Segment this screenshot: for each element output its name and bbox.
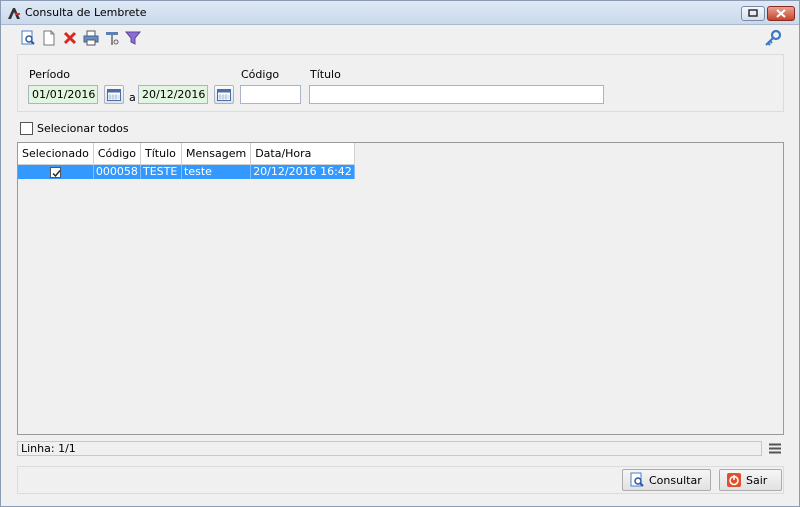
key-button[interactable] <box>764 29 782 47</box>
checkmark-icon <box>52 169 61 177</box>
status-bar: Linha: 1/1 <box>17 441 762 456</box>
codigo-field[interactable] <box>240 85 301 104</box>
titulo-field[interactable] <box>309 85 604 104</box>
row-selected-cell[interactable] <box>18 164 94 179</box>
results-grid: Selecionado Código Título Mensagem Data/… <box>17 142 784 435</box>
title-bar: Consulta de Lembrete <box>1 1 799 25</box>
consultar-label: Consultar <box>649 473 702 487</box>
close-icon <box>776 9 786 18</box>
power-icon <box>727 473 741 487</box>
hamburger-menu-icon <box>769 443 781 454</box>
print-icon <box>83 30 99 46</box>
new-document-icon <box>43 30 55 46</box>
row-codigo-cell: 000058 <box>93 164 142 179</box>
delete-icon <box>63 31 77 45</box>
titulo-label: Título <box>310 68 341 81</box>
calendar-icon <box>107 88 121 101</box>
delete-button[interactable] <box>61 29 79 47</box>
action-panel: Consultar Sair <box>17 466 784 494</box>
column-header-titulo[interactable]: Título <box>140 143 183 165</box>
date-from-field[interactable]: 01/01/2016 <box>28 85 98 104</box>
select-all-label: Selecionar todos <box>37 122 129 135</box>
column-header-codigo[interactable]: Código <box>93 143 142 165</box>
codigo-label: Código <box>241 68 280 81</box>
close-button[interactable] <box>767 6 795 21</box>
date-from-calendar-button[interactable] <box>104 85 124 104</box>
main-window: Consulta de Lembrete Período 01/01/2016 … <box>0 0 800 507</box>
search-document-icon <box>21 30 35 45</box>
column-header-selecionado[interactable]: Selecionado <box>18 143 94 165</box>
row-titulo-cell: TESTE <box>140 164 183 179</box>
window-title: Consulta de Lembrete <box>25 6 147 19</box>
search-document-icon <box>630 472 644 487</box>
date-to-field[interactable]: 20/12/2016 <box>138 85 208 104</box>
results-table: Selecionado Código Título Mensagem Data/… <box>18 143 355 179</box>
print-button[interactable] <box>82 29 100 47</box>
new-document-button[interactable] <box>40 29 58 47</box>
filter-icon <box>125 31 141 45</box>
date-separator: a <box>129 91 136 104</box>
periodo-label: Período <box>29 68 71 81</box>
sair-label: Sair <box>746 473 768 487</box>
app-icon <box>6 5 22 21</box>
column-header-mensagem[interactable]: Mensagem <box>181 143 252 165</box>
tools-icon <box>106 32 119 45</box>
grid-menu-button[interactable] <box>768 442 782 455</box>
tools-button[interactable] <box>103 29 121 47</box>
row-checkbox[interactable] <box>49 166 61 178</box>
select-all-checkbox[interactable] <box>20 122 33 135</box>
row-mensagem-cell: teste <box>181 164 252 179</box>
filter-button[interactable] <box>124 29 142 47</box>
date-to-calendar-button[interactable] <box>214 85 234 104</box>
key-icon <box>765 29 782 46</box>
table-row[interactable]: 000058 TESTE teste 20/12/2016 16:42 <box>18 164 355 179</box>
sair-button[interactable]: Sair <box>719 469 782 491</box>
restore-button[interactable] <box>741 6 765 21</box>
column-header-data-hora[interactable]: Data/Hora <box>250 143 355 165</box>
calendar-icon <box>217 88 231 101</box>
toolbar <box>19 29 142 47</box>
row-data-hora-cell: 20/12/2016 16:42 <box>250 164 355 179</box>
search-document-button[interactable] <box>19 29 37 47</box>
consultar-button[interactable]: Consultar <box>622 469 711 491</box>
filter-panel: Período 01/01/2016 a 20/12/2016 Código T… <box>17 54 784 112</box>
restore-icon <box>748 9 758 17</box>
